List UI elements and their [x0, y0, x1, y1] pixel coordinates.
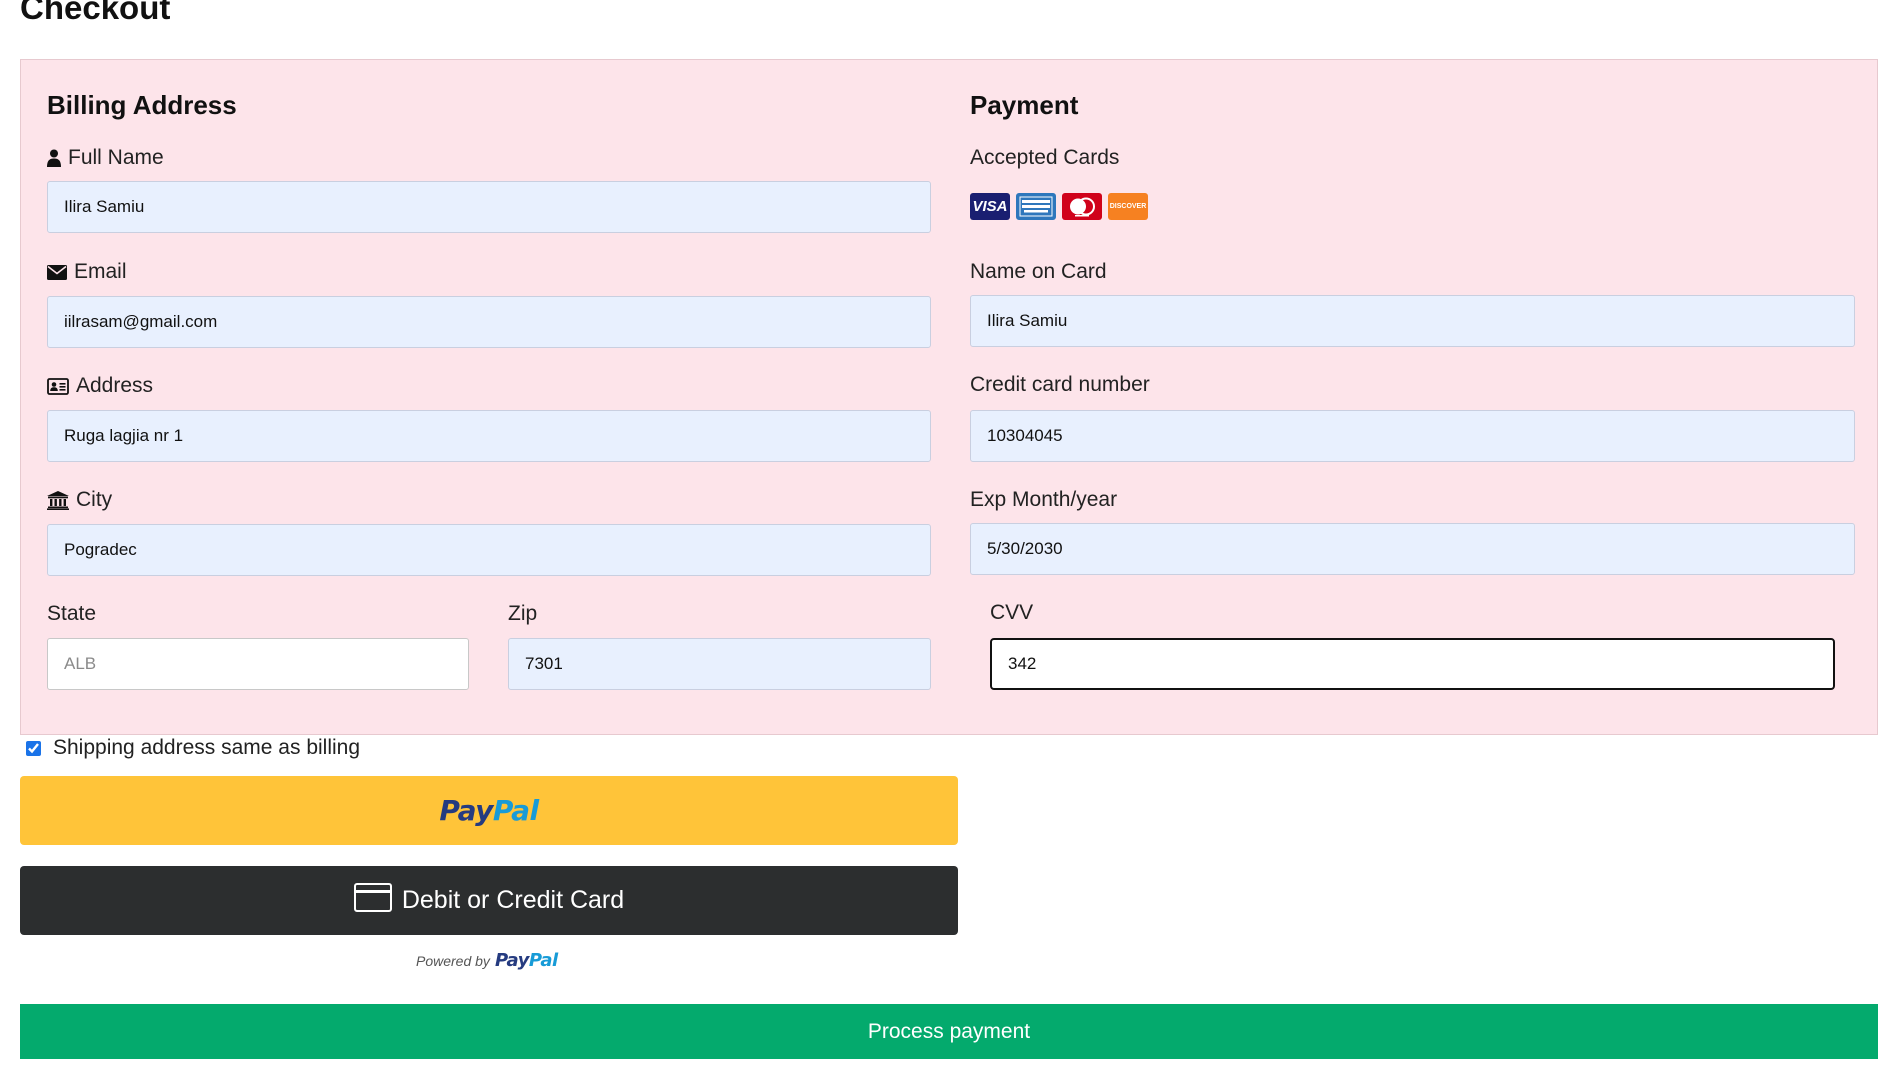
city-label-text: City [76, 488, 113, 511]
shipping-same-checkbox[interactable] [26, 740, 41, 756]
state-input[interactable] [47, 638, 469, 690]
billing-address-heading: Billing Address [47, 90, 237, 120]
exp-month-year-input[interactable] [970, 523, 1855, 575]
powered-by-paypal: Powered by PayPal [416, 950, 558, 971]
credit-card-icon [353, 882, 392, 919]
email-input[interactable] [47, 296, 931, 348]
address-label-text: Address [76, 374, 154, 397]
city-label: City [47, 488, 112, 512]
discover-icon: DISCOVER [1108, 193, 1148, 220]
payment-heading: Payment [970, 90, 1079, 120]
paypal-logo: PayPal [439, 794, 539, 827]
cvv-label: CVV [990, 601, 1034, 624]
user-icon [47, 149, 61, 167]
credit-card-number-label: Credit card number [970, 373, 1150, 396]
shipping-same-row[interactable]: Shipping address same as billing [26, 736, 360, 760]
accepted-cards-icons: VISA DISCOVER [970, 193, 1148, 220]
checkout-form-panel: Billing Address Full Name Email Address … [20, 59, 1878, 735]
name-on-card-label: Name on Card [970, 260, 1107, 283]
accepted-cards-label: Accepted Cards [970, 146, 1120, 169]
amex-icon [1016, 193, 1056, 220]
visa-icon: VISA [970, 193, 1010, 220]
exp-month-year-label: Exp Month/year [970, 488, 1118, 511]
envelope-icon [47, 264, 67, 280]
state-label: State [47, 602, 97, 625]
shipping-same-label: Shipping address same as billing [53, 736, 361, 759]
full-name-label-text: Full Name [68, 146, 164, 169]
address-input[interactable] [47, 410, 931, 462]
institution-icon [47, 490, 69, 510]
address-label: Address [47, 374, 153, 398]
paypal-button[interactable]: PayPal [20, 776, 958, 845]
cvv-input[interactable] [990, 638, 1835, 690]
email-label: Email [47, 260, 127, 284]
name-on-card-input[interactable] [970, 295, 1855, 347]
city-input[interactable] [47, 524, 931, 576]
zip-label: Zip [508, 602, 538, 625]
email-label-text: Email [74, 260, 127, 283]
page-title: Checkout [20, 0, 171, 26]
powered-by-text: Powered by [416, 953, 490, 969]
process-payment-button[interactable]: Process payment [20, 1004, 1878, 1059]
debit-credit-card-label: Debit or Credit Card [401, 886, 625, 914]
full-name-label: Full Name [47, 146, 164, 170]
mastercard-icon [1062, 193, 1102, 220]
address-card-icon [47, 377, 69, 395]
debit-credit-card-button[interactable]: Debit or Credit Card [20, 866, 958, 935]
paypal-small-logo: PayPal [494, 950, 558, 971]
zip-input[interactable] [508, 638, 931, 690]
full-name-input[interactable] [47, 181, 931, 233]
credit-card-number-input[interactable] [970, 410, 1855, 462]
